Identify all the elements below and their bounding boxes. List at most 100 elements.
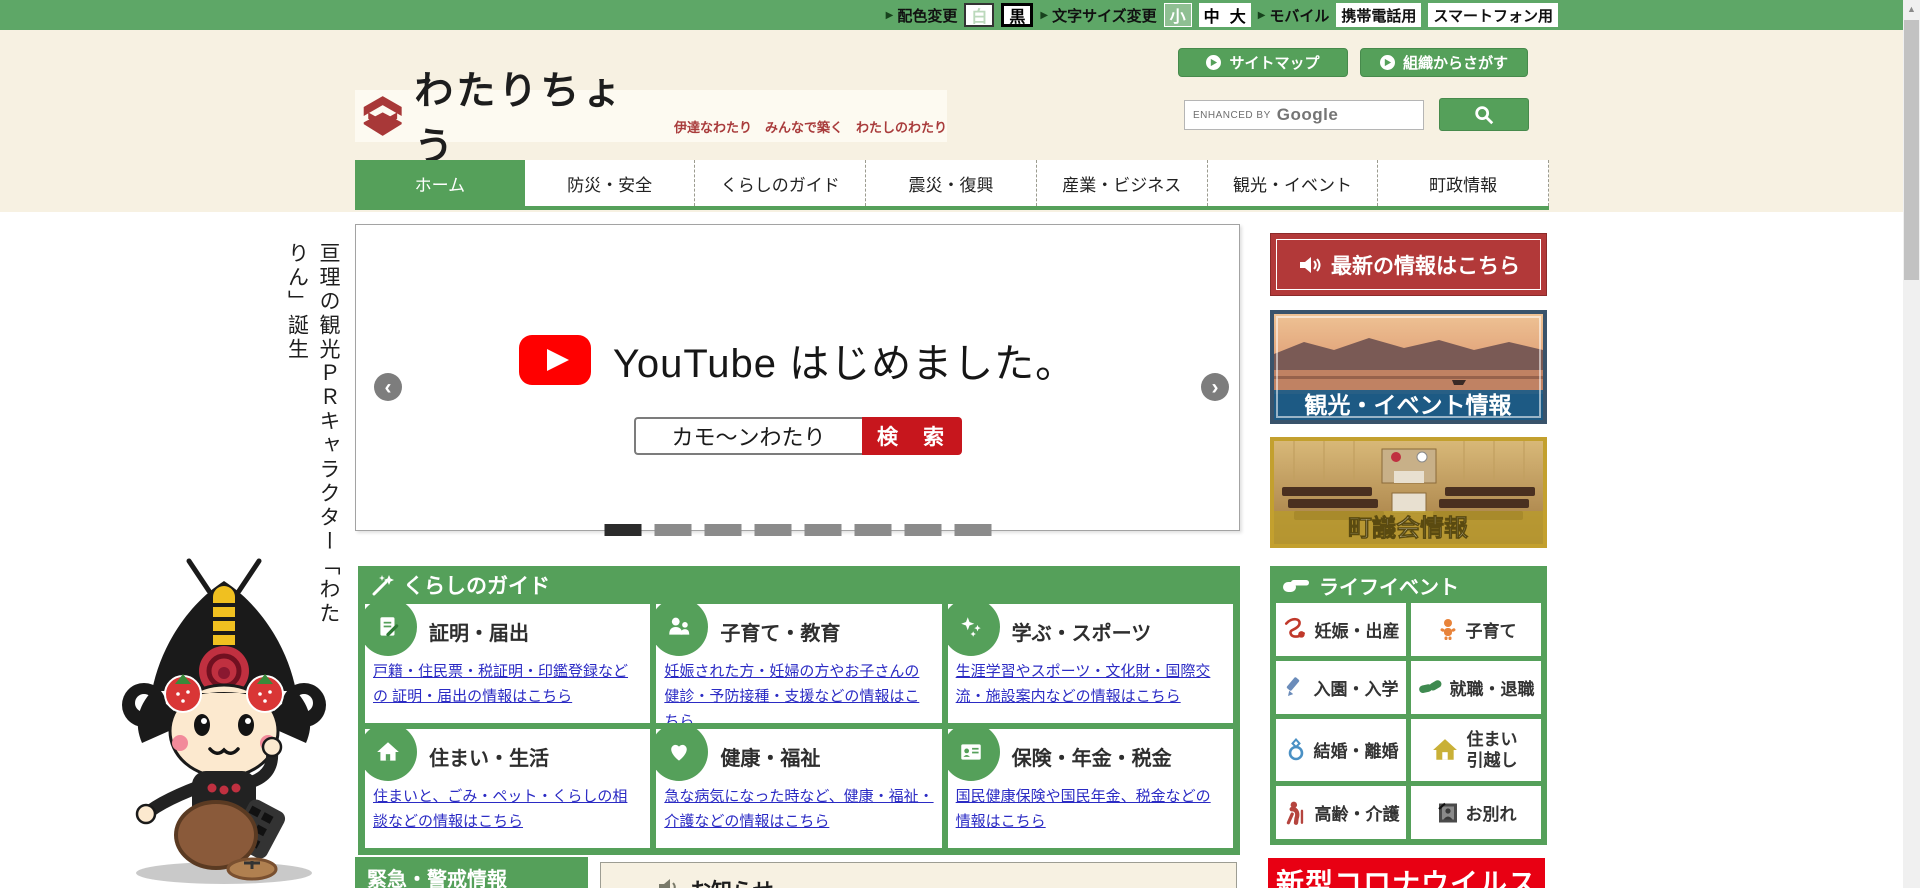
life-button-childcare[interactable]: 子育て [1411,603,1541,656]
color-scheme-label: ▶ 配色変更 [885,7,958,25]
council-photo: 町議会情報 [1274,441,1543,544]
svg-text:町議会情報: 町議会情報 [1348,514,1469,542]
council-info-banner[interactable]: 町議会情報 [1270,437,1547,548]
life-button-school-entry[interactable]: 入園・入学 [1276,660,1406,714]
smartphone-button[interactable]: スマートフォン用 [1428,3,1558,27]
text-size-large-button[interactable]: 大 [1230,3,1246,27]
life-button-farewell[interactable]: お別れ [1411,786,1541,839]
nav-item-bousai[interactable]: 防災・安全 [525,160,696,206]
nav-item-shinsai[interactable]: 震災・復興 [866,160,1037,206]
site-logo-link[interactable]: わたりちょう 伊達なわたり みんなで築く わたしのわたり [355,70,947,169]
search-enhanced-by-label: ENHANCED BY [1193,109,1271,121]
search-icon [1475,105,1494,124]
slide-search-button[interactable]: 検 索 [861,416,962,455]
text-size-label: ▶ 文字サイズ変更 [1040,7,1157,25]
guide-card-health-welfare[interactable]: 健康・福祉 急な病気になった時など、健康・福祉・介護などの情報はこちら [656,729,942,848]
town-logo-icon [363,96,402,136]
search-submit-button[interactable] [1439,98,1529,131]
carousel-pagination [604,524,991,536]
stork-icon [1284,618,1305,639]
pagination-dot-7[interactable] [904,524,941,536]
pagination-dot-3[interactable] [704,524,741,536]
top-utility-bar: ▶ 配色変更 白 黒 ▶ 文字サイズ変更 小 中 大 ▶ モバイル 携帯電話用 … [0,0,1903,30]
feature-phone-button[interactable]: 携帯電話用 [1336,3,1422,27]
latest-info-banner[interactable]: 最新の情報はこちら [1270,233,1547,296]
text-size-medium-large-buttons[interactable]: 中 大 [1198,3,1251,27]
nav-item-sangyo[interactable]: 産業・ビジネス [1037,160,1208,206]
guide-card-learning-sports[interactable]: 学ぶ・スポーツ 生涯学習やスポーツ・文化財・国際交流・施設案内などの情報はこちら [947,604,1233,723]
guide-card-link[interactable]: 急な病気になった時など、健康・福祉・介護などの情報はこちら [664,785,933,835]
emergency-info-banner[interactable]: 緊急・警戒情報 [355,857,588,888]
house-icon [377,742,399,761]
carousel-slide-youtube[interactable]: YouTube はじめました。 カモ〜ンわたり 検 索 [356,225,1239,530]
chevron-left-icon: ‹ [384,375,392,399]
pagination-dot-2[interactable] [654,524,691,536]
guide-card-childcare-education[interactable]: 子育て・教育 妊娠された方・妊婦の方やお子さんの健診・予防接種・支援などの情報は… [656,604,942,723]
guide-card-link[interactable]: 国民健康保険や国民年金、税金などの情報はこちら [956,785,1225,835]
watari-town-homepage: ▶ 配色変更 白 黒 ▶ 文字サイズ変更 小 中 大 ▶ モバイル 携帯電話用 … [0,0,1920,888]
guide-card-insurance-pension-tax[interactable]: 保険・年金・税金 国民健康保険や国民年金、税金などの情報はこちら [947,729,1233,848]
guide-card-certificates[interactable]: 証明・届出 戸籍・住民票・税証明・印鑑登録などの 証明・届出の情報はこちら [365,604,651,723]
life-button-employment-retirement[interactable]: 就職・退職 [1411,660,1541,714]
guide-card-housing-life[interactable]: 住まい・生活 住まいと、ごみ・ペット・くらしの相談などの情報はこちら [365,729,651,848]
living-guide-title: くらしのガイド [403,575,550,598]
google-wordmark: Google [1276,105,1339,124]
guide-card-link[interactable]: 住まいと、ごみ・ペット・くらしの相談などの情報はこちら [373,785,642,835]
baby-icon [1440,619,1455,641]
living-guide-panel: くらしのガイド 証明・届出 戸籍・住民票・税証明・印鑑登録などの 証明・届出の情… [358,566,1240,855]
guide-card-link[interactable]: 妊娠された方・妊婦の方やお子さんの健診・予防接種・支援などの情報はこちら [664,660,933,723]
tourism-event-banner[interactable]: 観光・イベント情報 [1270,310,1547,424]
carousel-next-button[interactable]: › [1201,373,1229,401]
life-button-marriage-divorce[interactable]: 結婚・離婚 [1276,718,1406,782]
life-events-panel: ライフイベント 妊娠・出産 子育て 入園・入学 就職・退職 結婚・離婚 住まい引… [1270,566,1547,845]
pagination-dot-6[interactable] [854,524,891,536]
site-title: わたりちょう [414,70,625,169]
scrollbar[interactable]: ▲ [1903,0,1920,888]
sunset-photo: 観光・イベント情報 [1274,314,1543,420]
pagination-dot-5[interactable] [804,524,841,536]
pointing-hand-icon [1283,580,1309,592]
nav-item-chousei[interactable]: 町政情報 [1378,160,1550,206]
pagination-dot-8[interactable] [954,524,991,536]
living-guide-header: くらしのガイド [358,566,1240,604]
arrow-marker-icon: ▶ [1040,9,1049,21]
pagination-dot-1[interactable] [604,524,641,536]
notice-section-header[interactable]: お知らせ [600,862,1237,888]
life-events-header: ライフイベント [1270,566,1547,604]
speaker-icon [1300,256,1321,273]
pencil-icon [1286,677,1299,697]
scroll-up-button[interactable]: ▲ [1903,0,1920,18]
text-size-medium-button[interactable]: 中 [1204,3,1220,27]
ring-icon [1288,737,1303,761]
farewell-icon [1437,802,1457,823]
scrollbar-thumb[interactable] [1904,20,1919,280]
sitemap-button[interactable]: サイトマップ [1178,48,1348,77]
text-size-small-button[interactable]: 小 [1163,3,1192,27]
elderly-icon [1286,801,1303,825]
living-guide-grid: 証明・届出 戸籍・住民票・税証明・印鑑登録などの 証明・届出の情報はこちら 子育… [365,604,1233,848]
nav-item-kanko[interactable]: 観光・イベント [1208,160,1379,206]
guide-card-link[interactable]: 戸籍・住民票・税証明・印鑑登録などの 証明・届出の情報はこちら [373,660,642,710]
main-navigation: ホーム 防災・安全 くらしのガイド 震災・復興 産業・ビジネス 観光・イベント … [355,160,1550,210]
sparkles-icon [960,617,981,637]
site-search-input[interactable]: ENHANCED BY Google [1184,100,1424,130]
life-button-pregnancy-birth[interactable]: 妊娠・出産 [1276,603,1406,656]
nav-item-kurashi[interactable]: くらしのガイド [695,160,867,206]
carousel-prev-button[interactable]: ‹ [374,373,402,401]
pagination-dot-4[interactable] [754,524,791,536]
life-button-elderly-care[interactable]: 高齢・介護 [1276,786,1406,839]
id-card-icon [960,744,981,760]
nav-item-home[interactable]: ホーム [355,160,525,206]
guide-card-link[interactable]: 生涯学習やスポーツ・文化財・国際交流・施設案内などの情報はこちら [956,660,1225,710]
org-search-button[interactable]: 組織からさがす [1360,48,1528,77]
parent-child-icon [669,617,690,635]
wand-icon [372,575,394,596]
house-move-icon [1433,739,1457,760]
coronavirus-banner[interactable]: 新型コロナウイルス [1268,858,1545,888]
color-white-button[interactable]: 白 [964,3,995,27]
color-black-button[interactable]: 黒 [1001,3,1034,27]
circle-arrow-icon [1379,55,1395,70]
life-button-housing-moving[interactable]: 住まい引越し [1411,718,1541,782]
slide-title: YouTube はじめました。 [612,341,1077,386]
slide-search-input[interactable]: カモ〜ンわたり [633,416,862,455]
